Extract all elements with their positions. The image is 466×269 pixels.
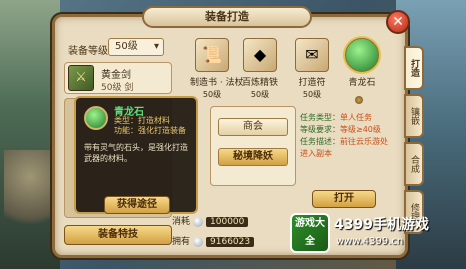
tooltip-description: 带有灵气的石头，是强化打造武器的材料。: [84, 143, 188, 163]
task-info: 任务类型：单人任务 等级要求：等级≥40级 任务描述：前往云乐游处进入副本: [300, 112, 388, 160]
item-card[interactable]: ⚔ 黄金剑 50级 剑: [64, 62, 172, 94]
background-character: [4, 150, 56, 240]
sword-icon: ⚔: [68, 65, 94, 91]
equip-special-button[interactable]: 装备特技: [64, 225, 172, 245]
task-desc-label: 任务描述：: [300, 137, 340, 146]
iron-ore-icon: ◆: [243, 38, 277, 72]
material-name: 百炼精铁: [241, 78, 278, 88]
charm-scroll-icon: ✉: [295, 38, 329, 72]
own-value: 9166023: [206, 237, 255, 247]
item-type: 剑: [124, 83, 134, 93]
own-label: 拥有: [172, 237, 191, 247]
consume-value: 100000: [206, 217, 249, 227]
task-level-label: 等级要求：: [300, 125, 340, 134]
material-name: 青龙石: [348, 78, 376, 88]
silver-coin-icon: [193, 236, 204, 247]
chevron-down-icon: ▾: [153, 41, 159, 52]
cost-consume-row: 消耗 100000: [172, 214, 249, 227]
silver-coin-icon: [193, 216, 204, 227]
watermark-brand: 4399手机游戏: [334, 217, 429, 233]
material-name: 制造书 · 法杖: [190, 78, 244, 88]
watermark-logo: 游戏大全: [290, 213, 330, 253]
task-type-label: 任务类型：: [300, 113, 340, 122]
watermark-url: www.4399.cn: [336, 236, 404, 247]
scroll-icon: 📜: [195, 38, 229, 72]
material-recipe-book[interactable]: 📜 制造书 · 法杖 50级: [190, 38, 244, 100]
task-type-value: 单人任务: [340, 113, 372, 122]
item-sub: 50级 剑: [101, 80, 133, 93]
green-gem-icon: [84, 106, 108, 130]
obtain-route-button[interactable]: 获得途径: [104, 196, 170, 214]
tooltip-function: 功能：强化打造装备: [114, 126, 186, 135]
task-level-value: 等级≥40级: [340, 125, 381, 134]
tab-forge[interactable]: 打造: [404, 46, 424, 90]
tab-combine[interactable]: 合成: [404, 142, 424, 186]
green-gem-icon: [345, 38, 379, 72]
material-level: 50级: [250, 90, 270, 99]
equip-level-value: 50级: [115, 41, 138, 52]
material-forge-charm[interactable]: ✉ 打造符 50级: [290, 38, 334, 100]
material-azure-dragon-stone[interactable]: 青龙石: [340, 38, 384, 100]
item-level: 50级: [101, 83, 122, 93]
item-name: 黄金剑: [101, 70, 131, 81]
tab-inlay[interactable]: 镶嵌: [404, 94, 424, 138]
material-level: 50级: [302, 90, 322, 99]
consume-label: 消耗: [172, 217, 191, 227]
equip-level-select[interactable]: 50级 ▾: [108, 38, 164, 56]
close-button[interactable]: ✕: [386, 10, 410, 34]
material-name: 打造符: [298, 78, 326, 88]
open-button[interactable]: 打开: [312, 190, 376, 208]
cost-own-row: 拥有 9166023: [172, 234, 255, 247]
source-button-shop[interactable]: 商会: [218, 118, 288, 136]
selection-indicator: [355, 96, 363, 104]
equip-level-label: 装备等级: [68, 46, 108, 57]
window-title: 装备打造: [142, 6, 312, 28]
material-refined-iron[interactable]: ◆ 百炼精铁 50级: [238, 38, 282, 100]
source-button-dungeon[interactable]: 秘境降妖: [218, 148, 288, 166]
